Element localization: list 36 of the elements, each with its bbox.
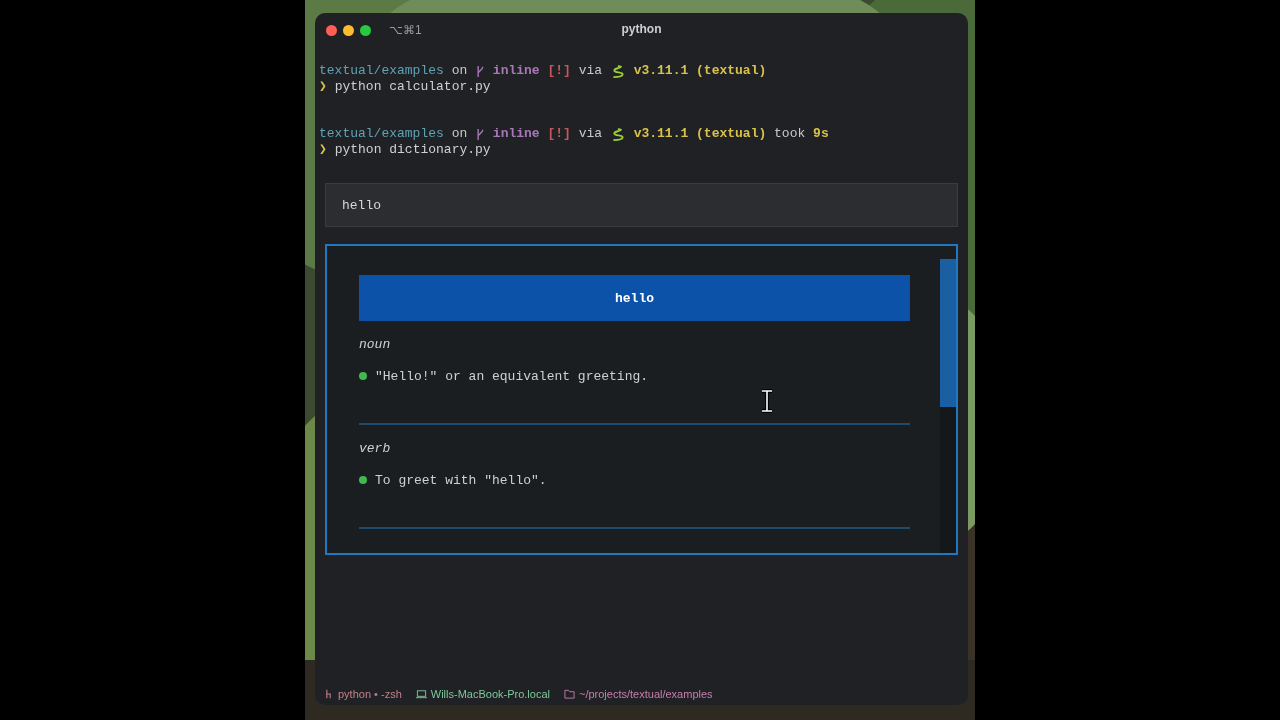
prompt-text: took xyxy=(774,126,806,142)
window-title: python xyxy=(621,22,662,36)
part-of-speech: verb xyxy=(359,441,392,457)
word-header: hello xyxy=(359,275,910,321)
prompt-text: via xyxy=(578,63,603,79)
prompt-text: textual/examples xyxy=(319,126,444,142)
prompt-text: v3.11.1 (textual) xyxy=(633,126,767,142)
definition-text: "Hello!" or an equivalent greeting. xyxy=(375,368,649,384)
zoom-icon[interactable] xyxy=(360,24,371,36)
prompt-text: v3.11.1 (textual) xyxy=(633,63,767,79)
prompt-text: inline xyxy=(492,126,540,142)
scrollbar-thumb[interactable] xyxy=(940,259,956,407)
text-cursor-icon xyxy=(760,389,774,413)
prompt-text: on xyxy=(451,63,468,79)
close-icon[interactable] xyxy=(326,24,337,36)
prompt-text: on xyxy=(451,126,468,142)
folder-icon xyxy=(564,689,575,699)
prompt-text: [!] xyxy=(547,126,571,142)
prompt-text: textual/examples xyxy=(319,63,444,79)
part-of-speech: noun xyxy=(359,337,392,353)
status-text: ~/projects/textual/examples xyxy=(579,688,713,700)
command-text: python calculator.py xyxy=(334,79,491,95)
prompt-arrow: ❯ xyxy=(319,142,327,158)
window-shortcut: ⌥⌘1 xyxy=(389,23,422,37)
prompt-text: inline xyxy=(492,63,540,79)
minimize-icon[interactable] xyxy=(343,24,354,36)
search-field[interactable]: hello xyxy=(325,183,958,227)
definition-text: To greet with "hello". xyxy=(375,472,547,488)
command-text: python dictionary.py xyxy=(334,142,491,158)
status-text: python • -zsh xyxy=(338,688,402,700)
laptop-icon xyxy=(415,689,427,699)
prompt-text: [!] xyxy=(547,63,571,79)
status-text: Wills-MacBook-Pro.local xyxy=(430,688,550,700)
prompt-text: 9s xyxy=(813,126,829,142)
prompt-arrow: ❯ xyxy=(319,79,327,95)
prompt-text: via xyxy=(578,126,603,142)
